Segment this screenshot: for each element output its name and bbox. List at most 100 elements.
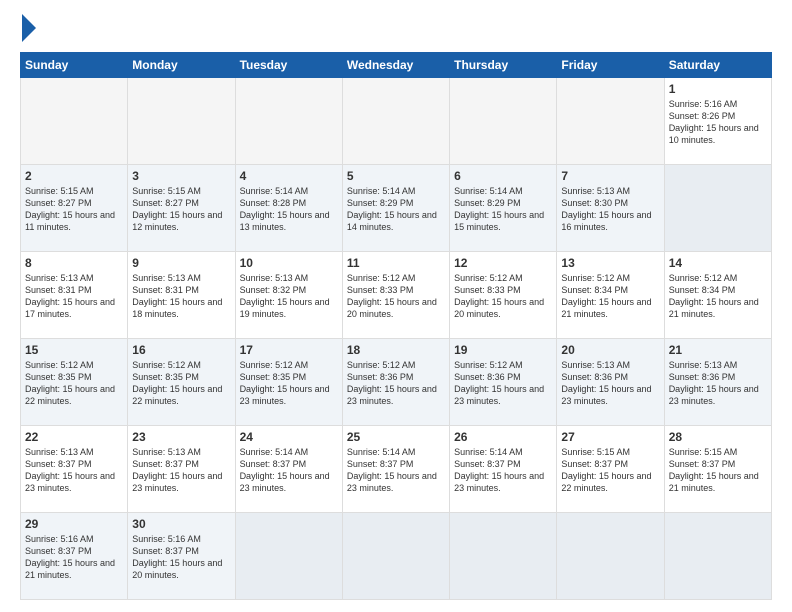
calendar-cell xyxy=(342,513,449,600)
sunset-text: Sunset: 8:37 PM xyxy=(454,459,521,469)
sunset-text: Sunset: 8:37 PM xyxy=(240,459,307,469)
daylight-text: Daylight: 15 hours and 23 minutes. xyxy=(132,471,222,493)
sunrise-text: Sunrise: 5:16 AM xyxy=(25,534,94,544)
calendar-cell: 16Sunrise: 5:12 AMSunset: 8:35 PMDayligh… xyxy=(128,339,235,426)
sunrise-text: Sunrise: 5:12 AM xyxy=(25,360,94,370)
day-number: 16 xyxy=(132,343,230,357)
calendar-cell: 20 Sunrise: 5:13 AMSunset: 8:36 PMDayligh… xyxy=(557,339,664,426)
calendar-cell: 18Sunrise: 5:12 AMSunset: 8:36 PMDayligh… xyxy=(342,339,449,426)
sunset-text: Sunset: 8:36 PM xyxy=(347,372,414,382)
cell-info: Sunrise: 5:12 AMSunset: 8:33 PMDaylight:… xyxy=(347,272,445,321)
calendar-table: SundayMondayTuesdayWednesdayThursdayFrid… xyxy=(20,52,772,600)
daylight-text: Daylight: 15 hours and 23 minutes. xyxy=(347,471,437,493)
cell-info: Sunrise: 5:15 AMSunset: 8:27 PMDaylight:… xyxy=(132,185,230,234)
day-number: 21 xyxy=(669,343,767,357)
sunrise-text: Sunrise: 5:14 AM xyxy=(347,447,416,457)
daylight-text: Daylight: 15 hours and 13 minutes. xyxy=(240,210,330,232)
calendar-cell: 29Sunrise: 5:16 AMSunset: 8:37 PMDayligh… xyxy=(21,513,128,600)
daylight-text: Daylight: 15 hours and 19 minutes. xyxy=(240,297,330,319)
sunset-text: Sunset: 8:32 PM xyxy=(240,285,307,295)
sunset-text: Sunset: 8:33 PM xyxy=(347,285,414,295)
day-number: 6 xyxy=(454,169,552,183)
sunrise-text: Sunrise: 5:12 AM xyxy=(669,273,738,283)
header xyxy=(20,18,772,42)
day-number: 30 xyxy=(132,517,230,531)
cell-info: Sunrise: 5:12 AMSunset: 8:36 PMDaylight:… xyxy=(454,359,552,408)
day-number: 28 xyxy=(669,430,767,444)
calendar-cell xyxy=(21,78,128,165)
calendar-cell: 27Sunrise: 5:15 AMSunset: 8:37 PMDayligh… xyxy=(557,426,664,513)
sunset-text: Sunset: 8:37 PM xyxy=(25,546,92,556)
daylight-text: Daylight: 15 hours and 23 minutes. xyxy=(454,471,544,493)
calendar-cell: 11Sunrise: 5:12 AMSunset: 8:33 PMDayligh… xyxy=(342,252,449,339)
calendar-cell: 3 Sunrise: 5:15 AMSunset: 8:27 PMDaylight… xyxy=(128,165,235,252)
sunrise-text: Sunrise: 5:12 AM xyxy=(132,360,201,370)
calendar-header-friday: Friday xyxy=(557,53,664,78)
calendar-week-row: 2Sunrise: 5:15 AMSunset: 8:27 PMDaylight… xyxy=(21,165,772,252)
sunset-text: Sunset: 8:29 PM xyxy=(454,198,521,208)
sunset-text: Sunset: 8:34 PM xyxy=(561,285,628,295)
cell-info: Sunrise: 5:16 AMSunset: 8:26 PMDaylight:… xyxy=(669,98,767,147)
sunrise-text: Sunrise: 5:12 AM xyxy=(347,360,416,370)
cell-info: Sunrise: 5:12 AMSunset: 8:35 PMDaylight:… xyxy=(240,359,338,408)
day-number: 1 xyxy=(669,82,767,96)
day-number: 9 xyxy=(132,256,230,270)
cell-info: Sunrise: 5:13 AMSunset: 8:36 PMDaylight:… xyxy=(561,359,659,408)
sunset-text: Sunset: 8:33 PM xyxy=(454,285,521,295)
cell-info: Sunrise: 5:14 AMSunset: 8:37 PMDaylight:… xyxy=(347,446,445,495)
calendar-header-thursday: Thursday xyxy=(450,53,557,78)
sunrise-text: Sunrise: 5:13 AM xyxy=(132,447,201,457)
sunset-text: Sunset: 8:37 PM xyxy=(132,546,199,556)
cell-info: Sunrise: 5:12 AMSunset: 8:36 PMDaylight:… xyxy=(347,359,445,408)
calendar-cell xyxy=(664,165,771,252)
calendar-header-saturday: Saturday xyxy=(664,53,771,78)
daylight-text: Daylight: 15 hours and 16 minutes. xyxy=(561,210,651,232)
logo-icon xyxy=(22,14,36,42)
day-number: 3 xyxy=(132,169,230,183)
page: SundayMondayTuesdayWednesdayThursdayFrid… xyxy=(0,0,792,612)
calendar-week-row: 29Sunrise: 5:16 AMSunset: 8:37 PMDayligh… xyxy=(21,513,772,600)
sunset-text: Sunset: 8:36 PM xyxy=(454,372,521,382)
calendar-week-row: 15Sunrise: 5:12 AMSunset: 8:35 PMDayligh… xyxy=(21,339,772,426)
daylight-text: Daylight: 15 hours and 18 minutes. xyxy=(132,297,222,319)
calendar-cell: 12Sunrise: 5:12 AMSunset: 8:33 PMDayligh… xyxy=(450,252,557,339)
daylight-text: Daylight: 15 hours and 20 minutes. xyxy=(132,558,222,580)
cell-info: Sunrise: 5:14 AMSunset: 8:37 PMDaylight:… xyxy=(240,446,338,495)
sunrise-text: Sunrise: 5:13 AM xyxy=(25,273,94,283)
day-number: 8 xyxy=(25,256,123,270)
day-number: 19 xyxy=(454,343,552,357)
cell-info: Sunrise: 5:13 AMSunset: 8:31 PMDaylight:… xyxy=(132,272,230,321)
day-number: 15 xyxy=(25,343,123,357)
day-number: 20 xyxy=(561,343,659,357)
calendar-cell: 1 Sunrise: 5:16 AMSunset: 8:26 PMDaylight… xyxy=(664,78,771,165)
daylight-text: Daylight: 15 hours and 10 minutes. xyxy=(669,123,759,145)
calendar-week-row: 8 Sunrise: 5:13 AMSunset: 8:31 PMDaylight… xyxy=(21,252,772,339)
cell-info: Sunrise: 5:14 AMSunset: 8:28 PMDaylight:… xyxy=(240,185,338,234)
sunset-text: Sunset: 8:37 PM xyxy=(669,459,736,469)
calendar-cell: 24Sunrise: 5:14 AMSunset: 8:37 PMDayligh… xyxy=(235,426,342,513)
day-number: 26 xyxy=(454,430,552,444)
cell-info: Sunrise: 5:15 AMSunset: 8:37 PMDaylight:… xyxy=(561,446,659,495)
calendar-header-row: SundayMondayTuesdayWednesdayThursdayFrid… xyxy=(21,53,772,78)
daylight-text: Daylight: 15 hours and 23 minutes. xyxy=(454,384,544,406)
daylight-text: Daylight: 15 hours and 20 minutes. xyxy=(454,297,544,319)
sunset-text: Sunset: 8:37 PM xyxy=(132,459,199,469)
calendar-header-monday: Monday xyxy=(128,53,235,78)
sunset-text: Sunset: 8:28 PM xyxy=(240,198,307,208)
sunset-text: Sunset: 8:35 PM xyxy=(240,372,307,382)
sunrise-text: Sunrise: 5:13 AM xyxy=(25,447,94,457)
calendar-cell xyxy=(557,513,664,600)
calendar-cell xyxy=(235,513,342,600)
sunset-text: Sunset: 8:30 PM xyxy=(561,198,628,208)
daylight-text: Daylight: 15 hours and 23 minutes. xyxy=(25,471,115,493)
sunrise-text: Sunrise: 5:15 AM xyxy=(669,447,738,457)
cell-info: Sunrise: 5:15 AMSunset: 8:37 PMDaylight:… xyxy=(669,446,767,495)
sunrise-text: Sunrise: 5:14 AM xyxy=(240,447,309,457)
sunrise-text: Sunrise: 5:14 AM xyxy=(454,447,523,457)
cell-info: Sunrise: 5:13 AMSunset: 8:30 PMDaylight:… xyxy=(561,185,659,234)
logo-text xyxy=(20,18,36,42)
calendar-cell: 14Sunrise: 5:12 AMSunset: 8:34 PMDayligh… xyxy=(664,252,771,339)
daylight-text: Daylight: 15 hours and 14 minutes. xyxy=(347,210,437,232)
sunrise-text: Sunrise: 5:12 AM xyxy=(347,273,416,283)
day-number: 25 xyxy=(347,430,445,444)
